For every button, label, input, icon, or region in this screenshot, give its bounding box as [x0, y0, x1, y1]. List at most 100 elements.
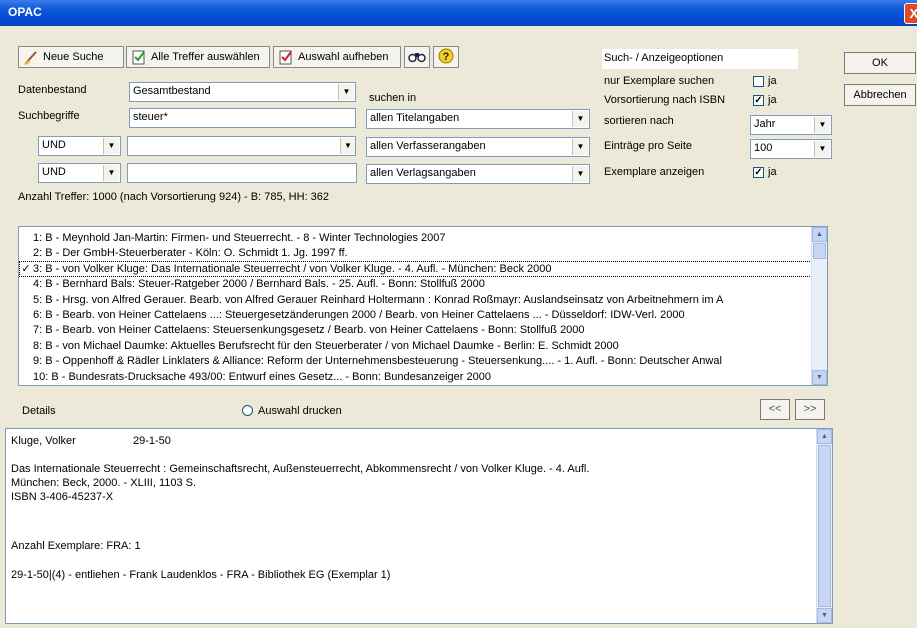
scroll-thumb[interactable]	[818, 445, 831, 607]
list-item-label: 10: B - Bundesrats-Drucksache 493/00: En…	[33, 370, 491, 383]
suchen-in-label: suchen in	[369, 92, 417, 104]
binoculars-icon	[408, 49, 426, 66]
chevron-down-icon: ▼	[340, 138, 355, 154]
only-copies-checkbox[interactable]	[753, 76, 764, 87]
datenbestand-value: Gesamtbestand	[133, 85, 211, 97]
scroll-thumb[interactable]	[813, 243, 826, 259]
search-term-3-input[interactable]	[127, 163, 357, 183]
search-field-3-value: allen Verlagsangaben	[370, 167, 476, 179]
search-term-2-input[interactable]	[127, 136, 341, 156]
chevron-down-icon: ▼	[103, 165, 119, 181]
search-field-2-select[interactable]: allen Verfasserangaben ▼	[366, 137, 590, 157]
details-scrollbar[interactable]: ▲ ▼	[816, 429, 832, 623]
broom-icon	[23, 49, 39, 65]
sort-label: sortieren nach	[604, 115, 674, 127]
new-search-button[interactable]: Neue Suche	[18, 46, 124, 68]
title-bar	[0, 0, 917, 26]
detail-author: Kluge, Volker	[11, 435, 76, 447]
select-all-label: Alle Treffer auswählen	[151, 51, 260, 63]
scroll-up-icon[interactable]: ▲	[817, 429, 832, 444]
list-item[interactable]: 5: B - Hrsg. von Alfred Gerauer. Bearb. …	[19, 292, 812, 308]
deselect-label: Auswahl aufheben	[298, 51, 389, 63]
list-item-label: 9: B - Oppenhoff & Rädler Linklaters & A…	[33, 355, 722, 368]
close-button[interactable]: X	[904, 3, 917, 24]
deselect-button[interactable]: Auswahl aufheben	[273, 46, 401, 68]
chevron-down-icon: ▼	[572, 111, 588, 127]
show-copies-ja: ja	[768, 166, 777, 178]
sort-value: Jahr	[754, 118, 776, 130]
detail-isbn-line: ISBN 3-406-45237-X	[11, 491, 114, 503]
list-item-label: 7: B - Bearb. von Heiner Cattelaens: Ste…	[33, 324, 585, 337]
operator-2-select[interactable]: UND ▼	[38, 136, 121, 156]
select-all-button[interactable]: Alle Treffer auswählen	[126, 46, 270, 68]
details-panel[interactable]: Kluge, Volker 29-1-50 Das Internationale…	[5, 428, 833, 624]
operator-3-value: UND	[42, 166, 66, 178]
sort-select[interactable]: Jahr ▼	[750, 115, 832, 135]
per-page-value: 100	[754, 142, 773, 154]
chevron-down-icon: ▼	[103, 138, 119, 154]
results-scrollbar[interactable]: ▲ ▼	[811, 227, 827, 385]
help-icon: ?	[438, 48, 454, 67]
list-item[interactable]: 6: B - Bearb. von Heiner Cattelaens ...:…	[19, 307, 812, 323]
svg-text:?: ?	[443, 51, 450, 63]
options-header: Such- / Anzeigeoptionen	[604, 52, 724, 64]
search-field-1-select[interactable]: allen Titelangaben ▼	[366, 109, 590, 129]
results-list[interactable]: 1: B - Meynhold Jan-Martin: Firmen- und …	[18, 226, 828, 386]
list-item-label: 2: B - Der GmbH-Steuerberater - Köln: O.…	[33, 247, 348, 260]
binoculars-button[interactable]	[404, 46, 430, 68]
new-search-label: Neue Suche	[43, 51, 104, 63]
list-item-label: 8: B - von Michael Daumke: Aktuelles Ber…	[33, 339, 619, 352]
list-item[interactable]: 2: B - Der GmbH-Steuerberater - Köln: O.…	[19, 245, 812, 261]
list-item[interactable]: 7: B - Bearb. von Heiner Cattelaens: Ste…	[19, 322, 812, 338]
list-item[interactable]: 10: B - Bundesrats-Drucksache 493/00: En…	[19, 369, 812, 385]
presort-checkbox[interactable]: ✓	[753, 95, 764, 106]
list-item-label: 3: B - von Volker Kluge: Das Internation…	[33, 262, 552, 275]
search-term-2-dropdown[interactable]: ▼	[340, 136, 356, 156]
print-selection-label: Auswahl drucken	[258, 405, 342, 417]
datenbestand-label: Datenbestand	[18, 84, 87, 96]
list-item[interactable]: 4: B - Bernhard Bals: Steuer-Ratgeber 20…	[19, 276, 812, 292]
scroll-up-icon[interactable]: ▲	[812, 227, 827, 242]
window-title: OPAC	[8, 5, 42, 19]
datenbestand-select[interactable]: Gesamtbestand ▼	[129, 82, 356, 102]
search-field-1-value: allen Titelangaben	[370, 112, 460, 124]
chevron-down-icon: ▼	[338, 84, 354, 100]
search-field-2-value: allen Verfasserangaben	[370, 140, 486, 152]
per-page-select[interactable]: 100 ▼	[750, 139, 832, 159]
presort-ja: ja	[768, 94, 777, 106]
list-item[interactable]: ✓ 3: B - von Volker Kluge: Das Internatio…	[19, 260, 812, 277]
scroll-down-icon[interactable]: ▼	[812, 370, 827, 385]
detail-publisher-line: München: Beck, 2000. - XLIII, 1103 S.	[11, 477, 197, 489]
chevron-down-icon: ▼	[814, 141, 830, 157]
show-copies-label: Exemplare anzeigen	[604, 166, 705, 178]
search-field-3-select[interactable]: allen Verlagsangaben ▼	[366, 164, 590, 184]
detail-title-line: Das Internationale Steuerrecht : Gemeins…	[11, 463, 590, 475]
chevron-down-icon: ▼	[814, 117, 830, 133]
next-button[interactable]: >>	[795, 399, 825, 420]
chevron-down-icon: ▼	[572, 139, 588, 155]
print-selection-radio[interactable]	[242, 405, 253, 416]
check-document-icon	[131, 49, 147, 65]
presort-label: Vorsortierung nach ISBN	[604, 94, 726, 106]
list-item[interactable]: 9: B - Oppenhoff & Rädler Linklaters & A…	[19, 353, 812, 369]
scroll-down-icon[interactable]: ▼	[817, 608, 832, 623]
per-page-label: Einträge pro Seite	[604, 140, 693, 152]
list-item-label: 6: B - Bearb. von Heiner Cattelaens ...:…	[33, 309, 685, 321]
list-item-label: 5: B - Hrsg. von Alfred Gerauer. Bearb. …	[33, 293, 724, 306]
prev-button[interactable]: <<	[760, 399, 790, 420]
list-item[interactable]: 1: B - Meynhold Jan-Martin: Firmen- und …	[19, 230, 812, 246]
search-term-1-input[interactable]: steuer*	[129, 108, 356, 128]
operator-3-select[interactable]: UND ▼	[38, 163, 121, 183]
uncheck-document-icon	[278, 49, 294, 65]
detail-copy-status: 29-1-50|(4) - entliehen - Frank Laudenkl…	[11, 569, 391, 581]
list-item-label: 4: B - Bernhard Bals: Steuer-Ratgeber 20…	[33, 278, 485, 291]
cancel-button[interactable]: Abbrechen	[844, 84, 916, 106]
help-button[interactable]: ?	[433, 46, 459, 68]
list-item[interactable]: 8: B - von Michael Daumke: Aktuelles Ber…	[19, 338, 812, 354]
hit-count: Anzahl Treffer: 1000 (nach Vorsortierung…	[18, 191, 330, 203]
suchbegriffe-label: Suchbegriffe	[18, 110, 80, 122]
only-copies-label: nur Exemplare suchen	[604, 75, 715, 87]
details-label: Details	[22, 405, 56, 417]
ok-button[interactable]: OK	[844, 52, 916, 74]
show-copies-checkbox[interactable]: ✓	[753, 167, 764, 178]
